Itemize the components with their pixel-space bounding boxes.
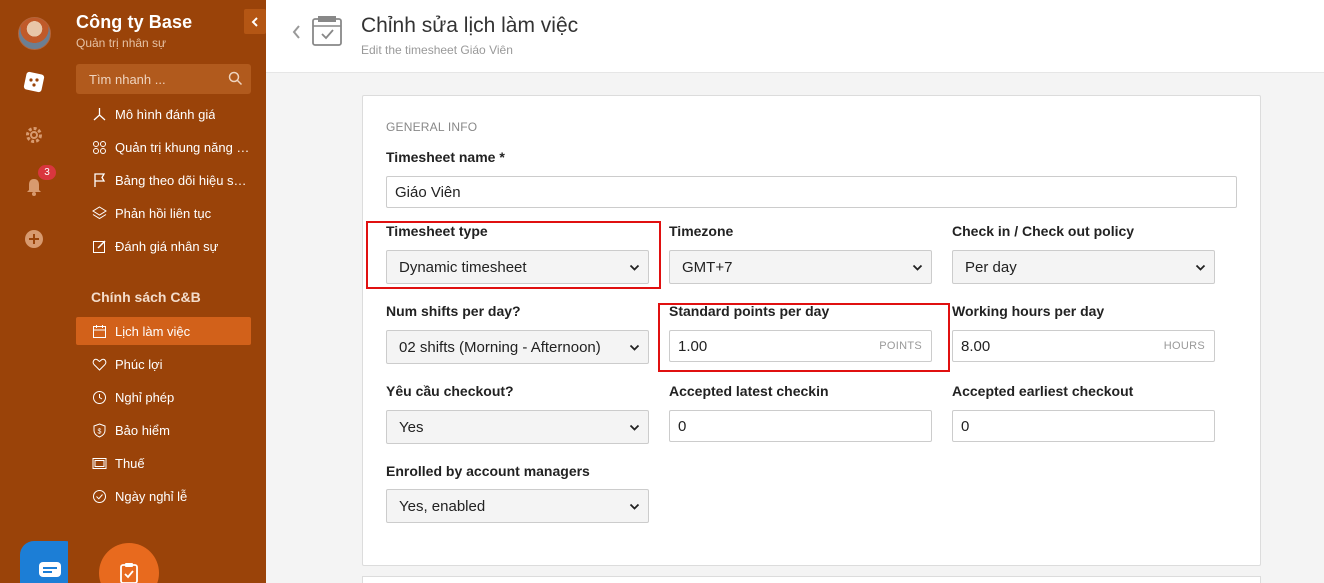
sidebar-item-label: Phản hồi liên tục	[115, 205, 212, 221]
gear-icon[interactable]	[23, 124, 45, 146]
latest-checkin-input[interactable]	[669, 410, 932, 442]
require-checkout-select[interactable]: Yes	[386, 410, 649, 444]
timesheet-type-label: Timesheet type	[386, 223, 488, 239]
back-button[interactable]	[288, 23, 304, 41]
grid-icon	[91, 139, 107, 155]
chat-icon	[38, 562, 61, 577]
svg-text:$: $	[97, 428, 101, 435]
sidebar-item-label: Quản trị khung năng lực	[115, 139, 251, 155]
checkin-policy-select[interactable]: Per day	[952, 250, 1215, 284]
section-title-cb: Chính sách C&B	[91, 289, 201, 305]
check-circle-icon	[91, 488, 107, 504]
app-rail: 3	[0, 0, 79, 583]
layers-icon	[91, 205, 107, 221]
sidebar-item-schedule[interactable]: Lịch làm việc	[76, 317, 251, 345]
sidebar-item-leave[interactable]: Nghỉ phép	[76, 383, 251, 411]
sidebar-item-feedback[interactable]: Phản hồi liên tục	[76, 199, 251, 227]
sidebar-item-label: Bảo hiểm	[115, 422, 170, 438]
num-shifts-label: Num shifts per day?	[386, 303, 521, 319]
require-checkout-value: Yes	[399, 418, 424, 436]
enrolled-managers-value: Yes, enabled	[399, 497, 486, 515]
chevron-left-icon	[292, 25, 300, 39]
timezone-select[interactable]: GMT+7	[669, 250, 932, 284]
calendar-check-icon	[311, 15, 343, 47]
page-title: Chỉnh sửa lịch làm việc	[361, 14, 579, 37]
receipt-icon	[91, 455, 107, 471]
hours-unit: HOURS	[1163, 340, 1205, 352]
chevron-down-icon	[629, 424, 640, 431]
timesheet-type-select[interactable]: Dynamic timesheet	[386, 250, 649, 284]
notification-badge: 3	[38, 165, 56, 180]
checkin-policy-value: Per day	[965, 258, 1017, 276]
sidebar-item-performance-board[interactable]: Bảng theo dõi hiệu suất	[76, 166, 251, 194]
edit-icon	[91, 238, 107, 254]
heart-icon	[91, 356, 107, 372]
points-unit: POINTS	[879, 340, 922, 352]
chevron-down-icon	[629, 344, 640, 351]
sidebar-item-evaluation-model[interactable]: Mô hình đánh giá	[76, 100, 251, 128]
sidebar-item-staff-review[interactable]: Đánh giá nhân sự	[76, 232, 251, 260]
sidebar-item-competency[interactable]: Quản trị khung năng lực	[76, 133, 251, 161]
chevron-down-icon	[1195, 264, 1206, 271]
flag-icon	[91, 172, 107, 188]
sidebar-item-label: Ngày nghỉ lễ	[115, 488, 188, 504]
sidebar-item-label: Lịch làm việc	[115, 323, 191, 339]
require-checkout-label: Yêu cầu checkout?	[386, 383, 514, 399]
timesheet-type-value: Dynamic timesheet	[399, 258, 527, 276]
sidebar-item-tax[interactable]: Thuế	[76, 449, 251, 477]
sidebar-item-insurance[interactable]: $ Bảo hiểm	[76, 416, 251, 444]
collapse-sidebar-button[interactable]	[244, 9, 266, 34]
avatar[interactable]	[18, 17, 51, 50]
model-icon	[91, 106, 107, 122]
num-shifts-select[interactable]: 02 shifts (Morning - Afternoon)	[386, 330, 649, 364]
general-info-card: GENERAL INFO Timesheet name * Timesheet …	[362, 95, 1261, 566]
search-input[interactable]	[76, 64, 251, 94]
sidebar-item-label: Thuế	[115, 455, 145, 471]
chevron-down-icon	[629, 503, 640, 510]
sidebar-item-holidays[interactable]: Ngày nghỉ lễ	[76, 482, 251, 510]
clipboard-check-icon	[120, 563, 138, 583]
add-task-button[interactable]	[99, 543, 159, 583]
section-label: GENERAL INFO	[386, 120, 478, 134]
working-hours-label: Working hours per day	[952, 303, 1105, 319]
timezone-label: Timezone	[669, 223, 734, 239]
company-name: Công ty Base	[76, 12, 193, 32]
sidebar-item-label: Mô hình đánh giá	[115, 106, 216, 122]
sidebar-item-label: Bảng theo dõi hiệu suất	[115, 172, 251, 188]
sidebar: Công ty Base Quản trị nhân sự Mô hình đá…	[68, 0, 266, 583]
add-circle-icon[interactable]	[23, 228, 45, 250]
checkin-policy-label: Check in / Check out policy	[952, 223, 1135, 239]
chevron-down-icon	[912, 264, 923, 271]
timezone-value: GMT+7	[682, 258, 733, 276]
num-shifts-value: 02 shifts (Morning - Afternoon)	[399, 338, 601, 356]
sidebar-item-label: Phúc lợi	[115, 356, 163, 372]
shield-dollar-icon: $	[91, 422, 107, 438]
sidebar-item-label: Nghỉ phép	[115, 389, 175, 405]
enrolled-managers-select[interactable]: Yes, enabled	[386, 489, 649, 523]
working-hours-field[interactable]: HOURS	[952, 330, 1215, 362]
standard-points-label: Standard points per day	[669, 303, 830, 319]
enrolled-managers-label: Enrolled by account managers	[386, 463, 590, 479]
calendar-icon	[91, 323, 107, 339]
earliest-checkout-input[interactable]	[952, 410, 1215, 442]
page-subtitle: Edit the timesheet Giáo Viên	[361, 43, 513, 57]
next-card	[362, 576, 1261, 583]
clock-icon	[91, 389, 107, 405]
sidebar-item-label: Đánh giá nhân sự	[115, 238, 219, 254]
standard-points-field[interactable]: POINTS	[669, 330, 932, 362]
quick-search[interactable]	[76, 64, 251, 94]
chevron-down-icon	[629, 264, 640, 271]
timesheet-name-label: Timesheet name *	[386, 149, 505, 165]
earliest-checkout-label: Accepted earliest checkout	[952, 383, 1134, 399]
timesheet-name-input[interactable]	[386, 176, 1237, 208]
company-subtitle: Quản trị nhân sự	[76, 36, 167, 50]
page-header: Chỉnh sửa lịch làm việc Edit the timeshe…	[266, 0, 1324, 73]
chevron-left-icon	[251, 16, 258, 27]
apps-icon[interactable]	[23, 71, 45, 93]
latest-checkin-label: Accepted latest checkin	[669, 383, 829, 399]
sidebar-item-benefits[interactable]: Phúc lợi	[76, 350, 251, 378]
search-icon	[228, 71, 243, 86]
